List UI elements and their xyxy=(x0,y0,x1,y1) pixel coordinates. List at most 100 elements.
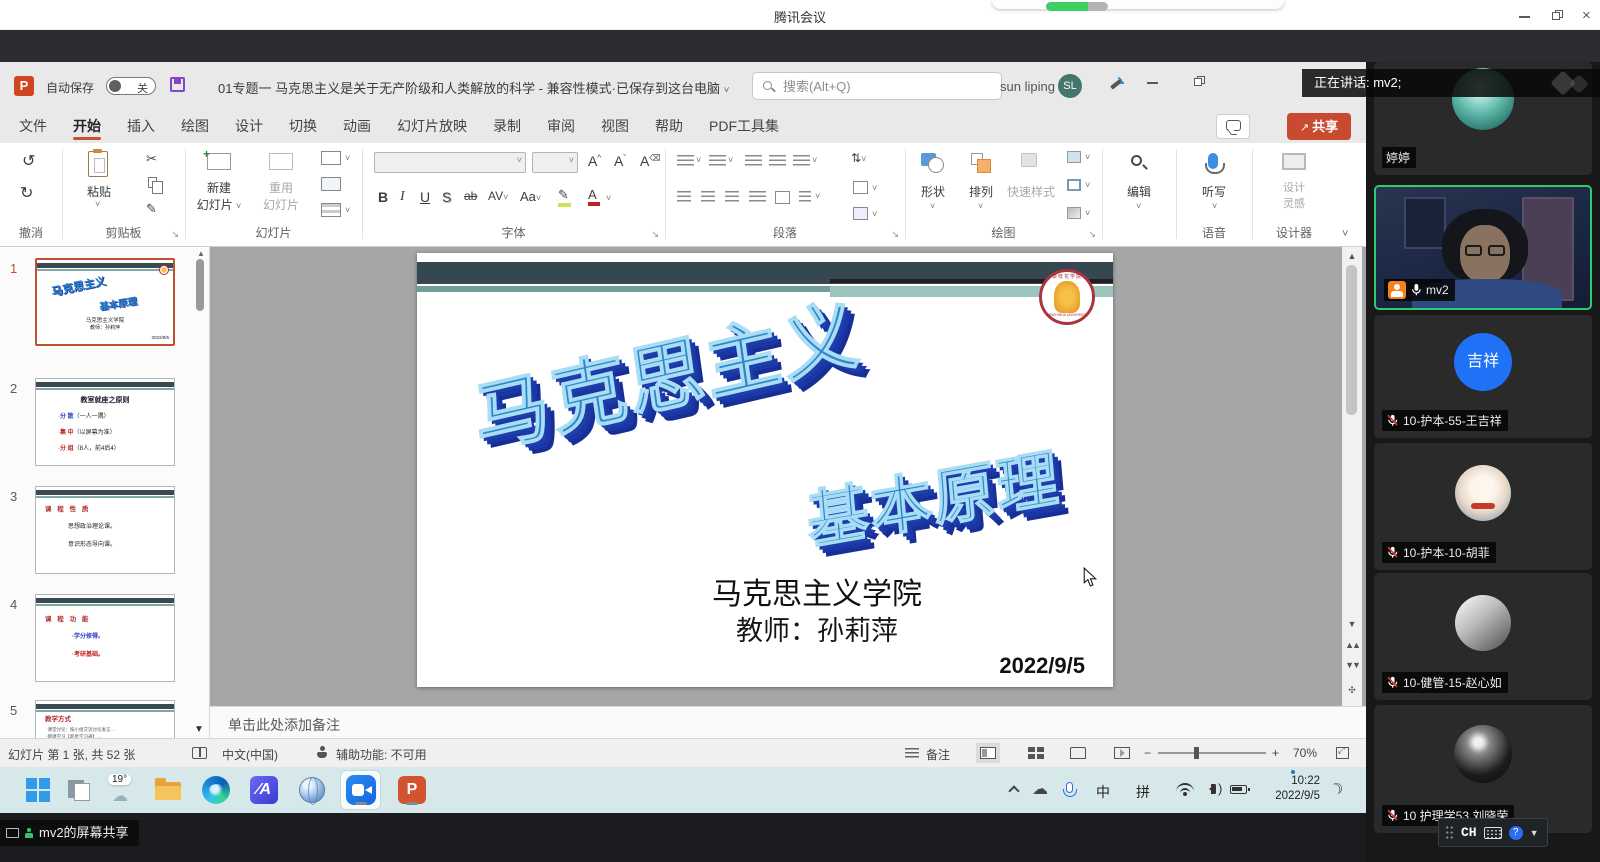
scroll-down-icon[interactable]: ▼ xyxy=(1342,619,1362,629)
font-size-combo[interactable] xyxy=(532,152,578,173)
participant-tile-liuxiaorong[interactable]: 10 护理学53 刘晓荣 xyxy=(1374,705,1592,833)
night-mode-icon[interactable]: ☽ xyxy=(1327,778,1347,800)
shrink-font-icon[interactable]: Aˇ xyxy=(614,153,626,169)
wordart-title-1[interactable]: 马克思主义 xyxy=(466,271,866,469)
new-slide-button[interactable]: 新建幻灯片 ˅ xyxy=(191,179,247,213)
arrange-button[interactable]: 排列 xyxy=(957,183,1005,200)
section-chevron-icon[interactable]: ˅ xyxy=(345,205,350,215)
user-name[interactable]: sun liping xyxy=(1000,79,1055,94)
save-icon[interactable] xyxy=(170,77,185,92)
app-a-icon[interactable]: ∕A xyxy=(248,774,280,806)
browser-globe-icon[interactable] xyxy=(296,774,328,806)
slide-thumbnail-4[interactable]: 课 程 功 能 ·学分修得。 ·考研基础。 xyxy=(35,594,175,682)
zoom-in-button[interactable]: + xyxy=(1272,746,1279,760)
tab-view[interactable]: 视图 xyxy=(588,110,642,142)
tab-draw[interactable]: 绘图 xyxy=(168,110,222,142)
dictate-chevron-icon[interactable]: ˅ xyxy=(1212,201,1217,211)
tray-expand-icon[interactable] xyxy=(1008,785,1019,796)
ime-language[interactable]: CH xyxy=(1461,825,1477,840)
bullets-icon[interactable] xyxy=(677,155,694,168)
notes-placeholder[interactable]: 单击此处添加备注 xyxy=(228,715,340,735)
presenter-pen-icon[interactable] xyxy=(1108,78,1122,92)
zoom-out-button[interactable]: − xyxy=(1144,746,1151,760)
participant-tile-zhaoxinru[interactable]: 10-健管-15-赵心如 xyxy=(1374,573,1592,700)
format-painter-icon[interactable]: ✎ xyxy=(146,201,157,217)
underline-button[interactable]: U xyxy=(420,189,430,205)
arrange-chevron-icon[interactable]: ˅ xyxy=(978,201,983,211)
justify-icon[interactable] xyxy=(749,191,766,204)
zoom-percentage[interactable]: 70% xyxy=(1293,746,1317,760)
quick-styles-button[interactable]: 快速样式 xyxy=(1003,183,1059,200)
collapse-ribbon-chevron-icon[interactable]: ˅ xyxy=(1342,228,1348,240)
edge-browser-icon[interactable] xyxy=(200,774,232,806)
accessibility-status[interactable]: 辅助功能: 不可用 xyxy=(336,746,427,763)
shapes-button[interactable]: 形状 xyxy=(909,183,957,200)
slide-vertical-scrollbar[interactable]: ▲ ▼ ▲▲ ▼▼ ✣ xyxy=(1342,247,1362,706)
char-spacing-button[interactable]: AV˅ xyxy=(488,189,508,203)
restore-button[interactable] xyxy=(1550,10,1564,22)
slide-editing-area[interactable]: 攀枝花学院 PANZHIHUA UNIVERSITY 马克思主义 基本原理 马克… xyxy=(210,247,1366,706)
tab-home[interactable]: 开始 xyxy=(60,110,114,142)
new-slide-icon[interactable] xyxy=(207,153,231,170)
tab-slideshow[interactable]: 幻灯片放映 xyxy=(384,110,480,142)
add-remove-columns-icon[interactable] xyxy=(799,191,811,204)
ppt-share-button[interactable]: ↗共享 xyxy=(1287,113,1351,140)
ime-help-icon[interactable]: ? xyxy=(1509,826,1523,840)
clock[interactable]: 10:22 2022/9/5 xyxy=(1256,774,1320,804)
design-ideas-icon[interactable] xyxy=(1282,153,1306,170)
tab-insert[interactable]: 插入 xyxy=(114,110,168,142)
shape-outline-chevron-icon[interactable]: ˅ xyxy=(1085,180,1090,190)
shape-effects-chevron-icon[interactable]: ˅ xyxy=(1085,208,1090,218)
copy-icon[interactable] xyxy=(148,177,157,188)
clipboard-dialog-launcher[interactable]: ↘ xyxy=(171,229,179,240)
notes-pane[interactable]: 单击此处添加备注 xyxy=(210,706,1366,738)
paste-chevron-icon[interactable]: ˅ xyxy=(95,199,100,209)
clear-format-icon[interactable]: A⌫ xyxy=(640,153,661,169)
reuse-slides-button[interactable]: 重用幻灯片 xyxy=(253,179,309,213)
text-direction-icon[interactable]: ⇅˅ xyxy=(851,151,866,165)
shape-fill-chevron-icon[interactable]: ˅ xyxy=(1085,152,1090,162)
tab-pdf-tools[interactable]: PDF工具集 xyxy=(696,110,792,142)
onedrive-cloud-icon[interactable]: ☁ xyxy=(1032,779,1048,799)
ppt-restore-button[interactable] xyxy=(1192,76,1206,88)
bold-button[interactable]: B xyxy=(378,189,388,205)
previous-slide-icon[interactable]: ▲▲ xyxy=(1342,641,1362,649)
battery-icon[interactable] xyxy=(1230,785,1247,794)
title-chevron-icon[interactable]: ˅ xyxy=(724,85,730,96)
shapes-chevron-icon[interactable]: ˅ xyxy=(930,201,935,211)
increase-indent-icon[interactable] xyxy=(769,155,786,168)
scrollbar-thumb[interactable] xyxy=(1346,265,1357,415)
paragraph-dialog-launcher[interactable]: ↘ xyxy=(891,229,899,240)
wifi-icon[interactable] xyxy=(1176,783,1194,797)
strikethrough-button[interactable]: ab xyxy=(464,189,477,203)
ime-pinyin-indicator[interactable]: 拼 xyxy=(1136,782,1150,802)
shape-outline-icon[interactable] xyxy=(1067,179,1081,191)
volume-icon[interactable] xyxy=(1204,784,1216,794)
wordart-title-2[interactable]: 基本原理 xyxy=(803,427,1063,561)
dictate-button[interactable]: 听写 xyxy=(1189,183,1239,200)
tab-file[interactable]: 文件 xyxy=(6,110,60,142)
numbering-chevron-icon[interactable]: ˅ xyxy=(728,155,733,165)
task-view-icon[interactable] xyxy=(64,774,96,806)
redo-icon[interactable]: ↻ xyxy=(20,183,33,203)
editing-button[interactable]: 编辑 xyxy=(1114,183,1164,200)
ime-toolbar[interactable]: CH ? ▼ xyxy=(1438,818,1548,847)
text-shadow-button[interactable]: S xyxy=(442,189,451,205)
tab-design[interactable]: 设计 xyxy=(222,110,276,142)
slide-sorter-view-icon[interactable] xyxy=(1028,747,1044,759)
undo-icon[interactable]: ↺ xyxy=(22,151,35,171)
tray-mic-icon[interactable] xyxy=(1066,782,1073,793)
slide-date-text[interactable]: 2022/9/5 xyxy=(999,653,1085,679)
slide-teacher-text[interactable]: 教师：孙莉萍 xyxy=(607,609,1027,648)
tencent-meeting-icon[interactable] xyxy=(345,774,377,806)
avatar[interactable]: SL xyxy=(1058,74,1082,98)
tab-review[interactable]: 审阅 xyxy=(534,110,588,142)
align-text-icon[interactable] xyxy=(853,181,868,194)
slide-thumbnail-5[interactable]: 教学方式 ·课堂讨论：按小组交流讨论发言… ·网课学习【超星学习通】… xyxy=(35,700,175,738)
shape-effects-icon[interactable] xyxy=(1067,207,1081,219)
font-name-combo[interactable] xyxy=(374,152,526,173)
scroll-up-icon[interactable]: ▲ xyxy=(1342,251,1362,261)
notes-toggle[interactable]: 备注 xyxy=(926,746,950,763)
slide-thumbnail-1[interactable]: 马克思主义 基本原理 马克思主义学院 教师：孙莉萍 2022/9/5 xyxy=(35,258,175,346)
tab-help[interactable]: 帮助 xyxy=(642,110,696,142)
